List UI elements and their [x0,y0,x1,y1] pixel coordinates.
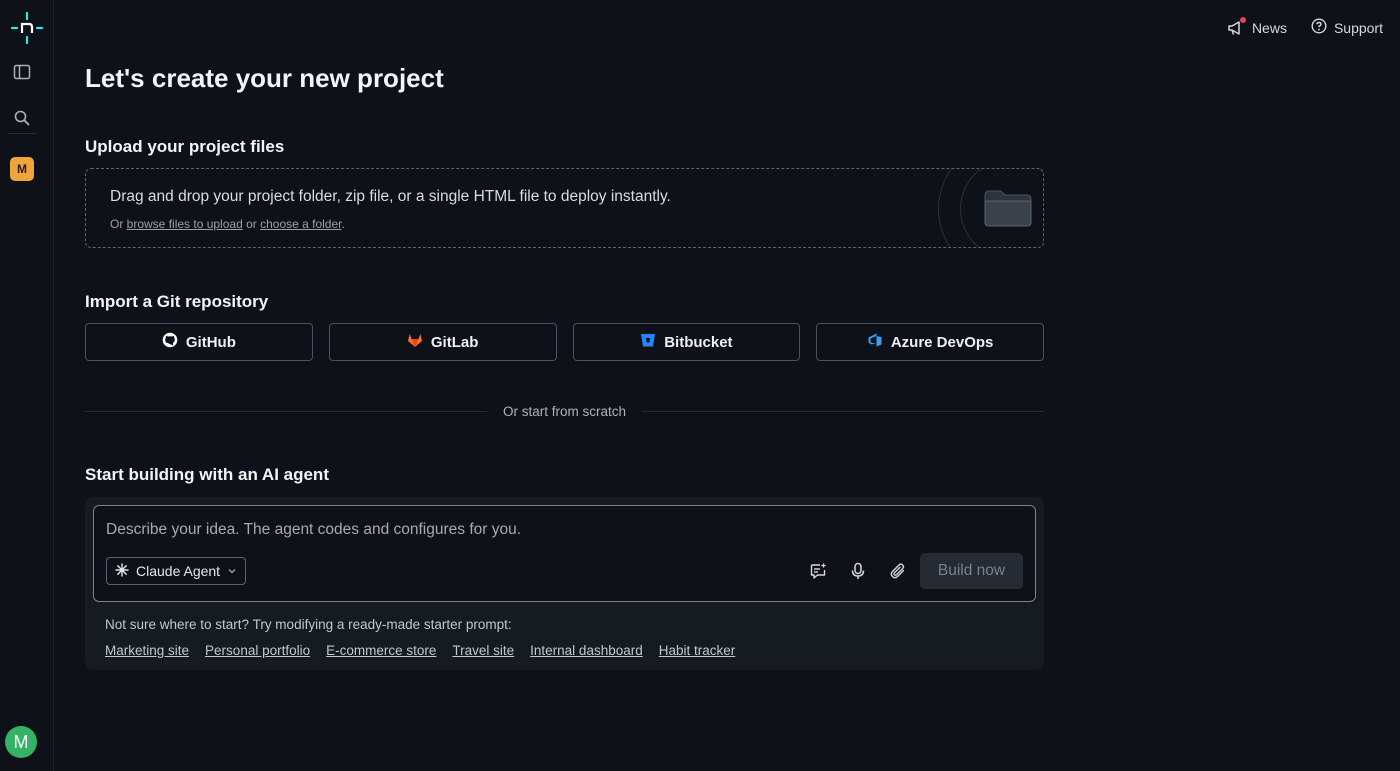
sidebar-panel-icon[interactable] [0,60,44,84]
dropzone-text: Drag and drop your project folder, zip f… [110,188,671,205]
scratch-divider: Or start from scratch [85,402,1044,420]
gitlab-label: GitLab [430,333,479,351]
paperclip-icon[interactable] [888,561,908,581]
support-label: Support [1333,19,1383,36]
azure-devops-icon [867,332,883,352]
browse-files-link[interactable]: browse files to upload [127,217,243,231]
news-label: News [1251,19,1287,36]
starter-prompt-label: Not sure where to start? Try modifying a… [105,617,512,632]
help-circle-icon [1311,18,1327,37]
top-nav: News Support [1227,16,1383,37]
starter-link-internal-dashboard[interactable]: Internal dashboard [530,643,643,658]
starter-prompt-links: Marketing site Personal portfolio E-comm… [105,643,735,658]
git-heading: Import a Git repository [85,292,269,311]
divider-text: Or start from scratch [502,403,627,419]
netlify-logo-icon[interactable] [5,12,49,44]
upload-heading: Upload your project files [85,137,285,156]
starter-link-travel-site[interactable]: Travel site [452,643,514,658]
agent-select[interactable]: Claude Agent [106,557,247,585]
dropzone-sub-middle: or [242,217,261,231]
divider-line-right [642,410,1044,412]
bitbucket-button[interactable]: Bitbucket [572,323,801,361]
starter-link-marketing-site[interactable]: Marketing site [105,643,189,658]
divider-line-left [85,410,487,412]
github-button[interactable]: GitHub [85,323,313,361]
folder-icon [983,189,1033,232]
prompt-input-box[interactable]: Describe your idea. The agent codes and … [93,505,1036,602]
claude-sparkle-icon [115,562,129,580]
dropzone-subtext: Or browse files to upload or choose a fo… [110,217,345,231]
megaphone-icon [1227,16,1246,37]
build-now-button[interactable]: Build now [920,553,1023,589]
sidebar: M M [0,0,54,771]
chevron-down-icon [227,563,237,579]
gitlab-icon [407,332,423,352]
team-badge[interactable]: M [10,157,34,181]
azure-devops-button[interactable]: Azure DevOps [816,323,1044,361]
prompt-input[interactable]: Describe your idea. The agent codes and … [106,521,521,539]
user-avatar[interactable]: M [5,726,37,758]
sidebar-divider [8,133,36,134]
azure-devops-label: Azure DevOps [890,333,994,351]
gitlab-button[interactable]: GitLab [328,323,557,361]
bitbucket-label: Bitbucket [664,333,733,351]
bitbucket-icon [640,332,656,352]
git-provider-row: GitHub GitLab Bitbucket Azure DevOps [85,323,1044,361]
page-title: Let's create your new project [85,63,444,93]
prompt-suggestions-icon[interactable] [808,561,828,581]
dropzone-sub-prefix: Or [110,217,127,231]
search-icon[interactable] [0,106,44,130]
microphone-icon[interactable] [848,561,868,581]
github-label: GitHub [185,333,236,351]
starter-link-habit-tracker[interactable]: Habit tracker [659,643,736,658]
ai-heading: Start building with an AI agent [85,465,329,484]
dropzone-sub-suffix: . [341,217,345,231]
agent-select-value: Claude Agent [136,563,221,579]
choose-folder-link[interactable]: choose a folder [260,217,341,231]
notification-dot [1239,16,1246,23]
github-icon [162,332,178,352]
news-link[interactable]: News [1227,16,1287,37]
upload-dropzone[interactable]: Drag and drop your project folder, zip f… [85,168,1044,248]
starter-link-personal-portfolio[interactable]: Personal portfolio [205,643,310,658]
ai-agent-card: Describe your idea. The agent codes and … [85,497,1044,670]
starter-link-ecommerce-store[interactable]: E-commerce store [326,643,436,658]
support-link[interactable]: Support [1311,18,1383,37]
